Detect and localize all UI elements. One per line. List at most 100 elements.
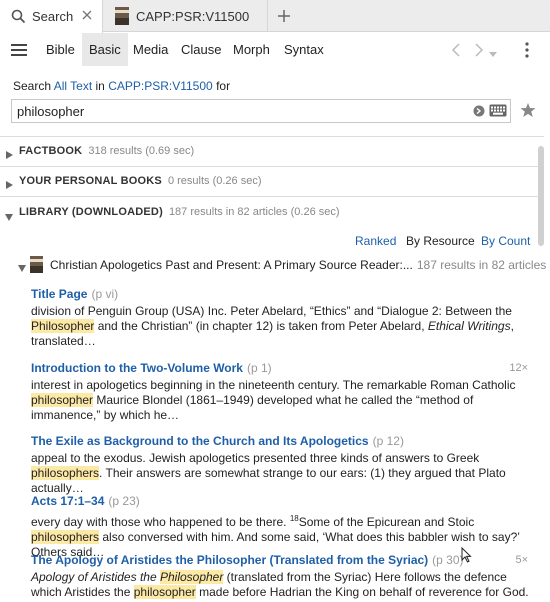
snippet-text: interest in apologetics beginning in the… <box>31 378 516 392</box>
section-factbook[interactable]: FACTBOOK 318 results (0.69 sec) <box>0 138 544 166</box>
snippet-text: Some of the Epicurean and Stoic <box>298 515 475 529</box>
search-in: in <box>95 79 105 93</box>
snippet-text: Apology of Aristides the <box>31 570 160 584</box>
tab-resource[interactable]: CAPP:PSR:V11500 <box>104 0 268 32</box>
snippet-text: Ethical Writings <box>427 319 511 333</box>
scope-link[interactable]: All Text <box>54 79 92 93</box>
result-title-text[interactable]: The Apology of Aristides the Philosopher… <box>31 553 428 567</box>
divider <box>0 196 544 197</box>
result-title[interactable]: Introduction to the Two-Volume Work (p 1) <box>31 360 531 376</box>
section-meta: 0 results (0.26 sec) <box>167 175 262 187</box>
snippet-text: every day with those who happened to be … <box>31 515 290 529</box>
tab-media[interactable]: Media <box>126 33 175 66</box>
result-title-text[interactable]: Introduction to the Two-Volume Work <box>31 361 243 375</box>
result-item[interactable]: Title Page (p vi) division of Penguin Grou… <box>31 286 531 349</box>
verse-number: 18 <box>289 514 299 523</box>
collapse-triangle-icon <box>5 210 13 221</box>
tab-clause[interactable]: Clause <box>174 33 228 66</box>
section-title: YOUR PERSONAL BOOKS <box>19 175 162 187</box>
search-suffix: for <box>216 79 231 93</box>
close-icon[interactable] <box>80 8 94 22</box>
result-snippet: interest in apologetics beginning in the… <box>31 378 531 423</box>
book-cover-icon <box>114 7 130 25</box>
book-group-row[interactable]: Christian Apologetics Past and Present: … <box>18 256 546 274</box>
mouse-cursor-icon <box>461 546 472 563</box>
divider <box>0 166 544 167</box>
scrollbar[interactable] <box>538 146 544 246</box>
snippet-text: and the Christian” (in chapter 12) is ta… <box>94 319 428 333</box>
tab-morph[interactable]: Morph <box>226 33 277 66</box>
tab-basic[interactable]: Basic <box>82 33 128 66</box>
snippet-text: . Their answers are somewhat strange to … <box>31 466 506 495</box>
tab-bible[interactable]: Bible <box>39 33 82 66</box>
result-title[interactable]: The Exile as Background to the Church an… <box>31 433 531 449</box>
tab-label: Search <box>32 9 74 24</box>
tab-bar: Search CAPP:PSR:V11500 <box>0 0 550 33</box>
book-cover-icon <box>30 256 43 273</box>
result-page: (p 12) <box>372 434 404 448</box>
hamburger-menu-icon[interactable] <box>11 43 27 57</box>
section-title: LIBRARY (DOWNLOADED) <box>19 206 163 218</box>
section-meta: 318 results (0.69 sec) <box>88 145 195 157</box>
hit-count: 5× <box>515 554 528 566</box>
tab-syntax[interactable]: Syntax <box>277 33 331 66</box>
search-input[interactable]: philosopher <box>11 99 511 123</box>
result-item[interactable]: The Exile as Background to the Church an… <box>31 433 531 496</box>
result-title-text[interactable]: Title Page <box>31 287 87 301</box>
book-title: Christian Apologetics Past and Present: … <box>50 258 413 272</box>
go-arrow-icon[interactable] <box>473 105 485 117</box>
result-page: (p 23) <box>108 494 140 508</box>
search-hit: philosophers <box>31 530 100 544</box>
search-hit: philosopher <box>31 393 94 407</box>
tab-search[interactable]: Search <box>0 0 103 33</box>
section-meta: 187 results in 82 articles (0.26 sec) <box>168 206 340 218</box>
new-tab-icon[interactable] <box>274 6 294 26</box>
result-snippet: division of Penguin Group (USA) Inc. Pet… <box>31 304 531 349</box>
back-arrow-icon[interactable] <box>449 42 463 58</box>
snippet-text: appeal to the exodus. Jewish apologetics… <box>31 451 480 465</box>
sort-ranked[interactable]: Ranked <box>355 234 396 248</box>
sort-by-count[interactable]: By Count <box>481 234 530 248</box>
section-personal-books[interactable]: YOUR PERSONAL BOOKS 0 results (0.26 sec) <box>0 168 544 196</box>
search-hit: Philosopher <box>31 319 95 333</box>
divider <box>0 136 544 137</box>
search-type-toolbar: Bible Basic Media Clause Morph Syntax <box>0 33 550 66</box>
more-options-icon[interactable] <box>524 42 530 58</box>
book-meta: 187 results in 82 articles <box>416 258 547 272</box>
search-scope-line: Search All Text in CAPP:PSR:V11500 for <box>13 79 230 93</box>
search-icon <box>10 9 26 25</box>
history-dropdown-icon[interactable] <box>489 47 497 57</box>
snippet-text: division of Penguin Group (USA) Inc. Pet… <box>31 304 512 318</box>
result-title-text[interactable]: Acts 17:1–34 <box>31 494 104 508</box>
resource-link[interactable]: CAPP:PSR:V11500 <box>108 79 213 93</box>
snippet-text: Maurice Blondel (1861–1949) developed wh… <box>31 393 474 422</box>
result-item[interactable]: The Apology of Aristides the Philosopher… <box>31 552 531 602</box>
result-item[interactable]: Introduction to the Two-Volume Work (p 1)… <box>31 360 531 423</box>
search-hit: philosophers <box>31 466 100 480</box>
result-title[interactable]: Acts 17:1–34 (p 23) <box>31 493 531 509</box>
result-title-text[interactable]: The Exile as Background to the Church an… <box>31 434 369 448</box>
hit-count: 12× <box>509 362 528 374</box>
result-snippet: Apology of Aristides the Philosopher (tr… <box>31 570 531 602</box>
result-title[interactable]: Title Page (p vi) <box>31 286 531 302</box>
keyboard-icon[interactable] <box>489 104 507 117</box>
forward-arrow-icon[interactable] <box>472 42 486 58</box>
expand-triangle-icon <box>6 178 13 189</box>
expand-triangle-icon <box>6 148 13 159</box>
result-snippet: appeal to the exodus. Jewish apologetics… <box>31 451 531 496</box>
result-item[interactable]: Acts 17:1–34 (p 23) every day with those w… <box>31 493 531 560</box>
result-page: (p vi) <box>91 287 119 301</box>
result-page: (p 1) <box>246 361 272 375</box>
search-hit: Philosopher <box>159 570 224 584</box>
collapse-triangle-icon <box>18 261 26 272</box>
search-hit: philosopher <box>133 585 196 599</box>
search-prefix: Search <box>13 79 52 93</box>
section-library[interactable]: LIBRARY (DOWNLOADED) 187 results in 82 ar… <box>0 199 544 227</box>
result-page: (p 30) <box>432 553 464 567</box>
section-title: FACTBOOK <box>19 145 83 157</box>
favorite-star-icon[interactable] <box>520 102 536 118</box>
tab-label: CAPP:PSR:V11500 <box>136 8 250 24</box>
search-query[interactable]: philosopher <box>17 104 84 119</box>
sort-by-resource[interactable]: By Resource <box>406 234 475 248</box>
result-title[interactable]: The Apology of Aristides the Philosopher… <box>31 552 531 568</box>
